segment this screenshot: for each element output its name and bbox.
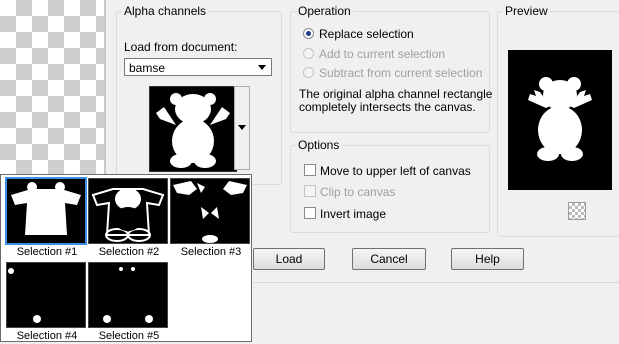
- thumbnail-dropdown-button[interactable]: [234, 86, 250, 170]
- checkerboard-icon[interactable]: [568, 202, 586, 220]
- clip-to-canvas-label[interactable]: Clip to canvas: [320, 185, 395, 199]
- selection-5-thumbnail: [88, 262, 168, 328]
- button-separator: [254, 282, 619, 283]
- preview-image: [508, 50, 612, 190]
- intersection-note-line2: completely intersects the canvas.: [299, 100, 476, 114]
- selection-2-caption: Selection #2: [98, 246, 160, 258]
- selection-item-3[interactable]: Selection #3: [170, 178, 252, 260]
- document-select-value: bamse: [129, 61, 166, 75]
- selection-item-2[interactable]: Selection #2: [88, 178, 170, 260]
- selection-3-thumbnail: [170, 178, 250, 244]
- selection-item-5[interactable]: Selection #5: [88, 262, 170, 344]
- replace-selection-radio[interactable]: [303, 28, 314, 39]
- selection-5-caption: Selection #5: [98, 330, 160, 342]
- load-from-document-label: Load from document:: [124, 40, 238, 54]
- replace-selection-label[interactable]: Replace selection: [319, 27, 414, 41]
- move-to-upper-left-checkbox[interactable]: [304, 164, 316, 176]
- add-to-selection-label[interactable]: Add to current selection: [319, 47, 445, 61]
- clip-to-canvas-checkbox[interactable]: [304, 185, 316, 197]
- selection-thumbnail-popup: Selection #1 Selection #2 Selection #3 S…: [0, 174, 252, 342]
- selection-4-caption: Selection #4: [16, 330, 78, 342]
- invert-image-checkbox[interactable]: [304, 207, 316, 219]
- chevron-down-icon: [238, 125, 246, 130]
- move-to-upper-left-label[interactable]: Move to upper left of canvas: [320, 164, 471, 178]
- selection-1-thumbnail: [5, 177, 87, 245]
- selected-channel-thumbnail[interactable]: [149, 86, 237, 172]
- selection-1-caption: Selection #1: [16, 246, 78, 258]
- selection-item-4[interactable]: Selection #4: [6, 262, 88, 344]
- add-to-selection-radio[interactable]: [303, 48, 314, 59]
- options-title: Options: [296, 138, 342, 152]
- load-button[interactable]: Load: [253, 248, 325, 270]
- subtract-from-selection-radio[interactable]: [303, 67, 314, 78]
- invert-image-label[interactable]: Invert image: [320, 207, 386, 221]
- cancel-button[interactable]: Cancel: [352, 248, 426, 270]
- selection-3-caption: Selection #3: [180, 246, 242, 258]
- selection-2-thumbnail: [88, 178, 168, 244]
- operation-title: Operation: [296, 4, 353, 18]
- subtract-from-selection-label[interactable]: Subtract from current selection: [319, 66, 482, 80]
- selection-4-thumbnail: [6, 262, 86, 328]
- selection-item-1[interactable]: Selection #1: [5, 177, 88, 260]
- help-button[interactable]: Help: [451, 248, 524, 270]
- intersection-note-line1: The original alpha channel rectangle: [299, 87, 493, 101]
- document-select[interactable]: bamse: [124, 58, 272, 76]
- preview-title: Preview: [503, 4, 550, 18]
- chevron-down-icon: [258, 65, 266, 70]
- alpha-channels-title: Alpha channels: [122, 4, 209, 18]
